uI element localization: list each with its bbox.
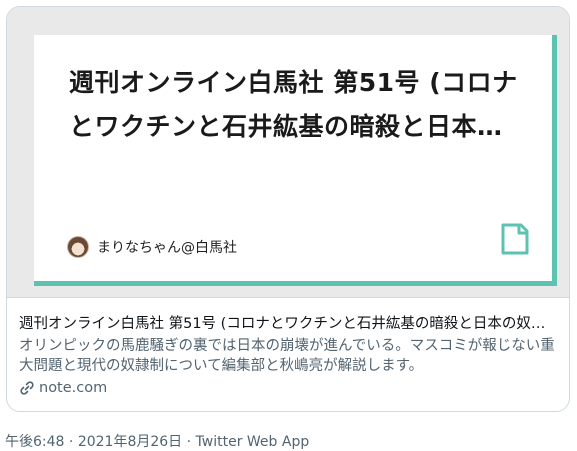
tweet-timestamp: 午後6:48 · 2021年8月26日 · Twitter Web App xyxy=(5,431,309,451)
tweet-source[interactable]: Twitter Web App xyxy=(196,434,310,450)
card-domain[interactable]: note.com xyxy=(39,378,107,398)
separator: · xyxy=(186,434,192,450)
tweet-time[interactable]: 午後6:48 xyxy=(5,434,64,450)
card-image-author: まりなちゃん@白馬社 xyxy=(67,234,237,260)
link-preview-card[interactable]: 週刊オンライン白馬社 第51号 (コロナとワクチンと石井紘基の暗殺と日本… まり… xyxy=(6,6,570,412)
card-image-panel: 週刊オンライン白馬社 第51号 (コロナとワクチンと石井紘基の暗殺と日本… まり… xyxy=(34,35,557,286)
card-meta[interactable]: 週刊オンライン白馬社 第51号 (コロナとワクチンと石井紘基の暗殺と日本の奴… … xyxy=(19,314,559,398)
note-logo-icon xyxy=(501,223,529,255)
author-name: まりなちゃん@白馬社 xyxy=(97,240,237,256)
separator: · xyxy=(68,434,74,450)
tweet-date[interactable]: 2021年8月26日 xyxy=(78,434,182,450)
card-description: オリンピックの馬鹿騒ぎの裏では日本の崩壊が進んでいる。マスコミが報じない重大問題… xyxy=(19,338,555,374)
card-image[interactable]: 週刊オンライン白馬社 第51号 (コロナとワクチンと石井紘基の暗殺と日本… まり… xyxy=(7,7,569,297)
author-avatar xyxy=(67,236,89,258)
card-domain-row[interactable]: note.com xyxy=(19,378,559,398)
card-image-title: 週刊オンライン白馬社 第51号 (コロナとワクチンと石井紘基の暗殺と日本… xyxy=(69,68,518,141)
link-icon xyxy=(20,381,34,395)
card-divider xyxy=(7,297,569,298)
card-title[interactable]: 週刊オンライン白馬社 第51号 (コロナとワクチンと石井紘基の暗殺と日本の奴… xyxy=(19,314,559,334)
